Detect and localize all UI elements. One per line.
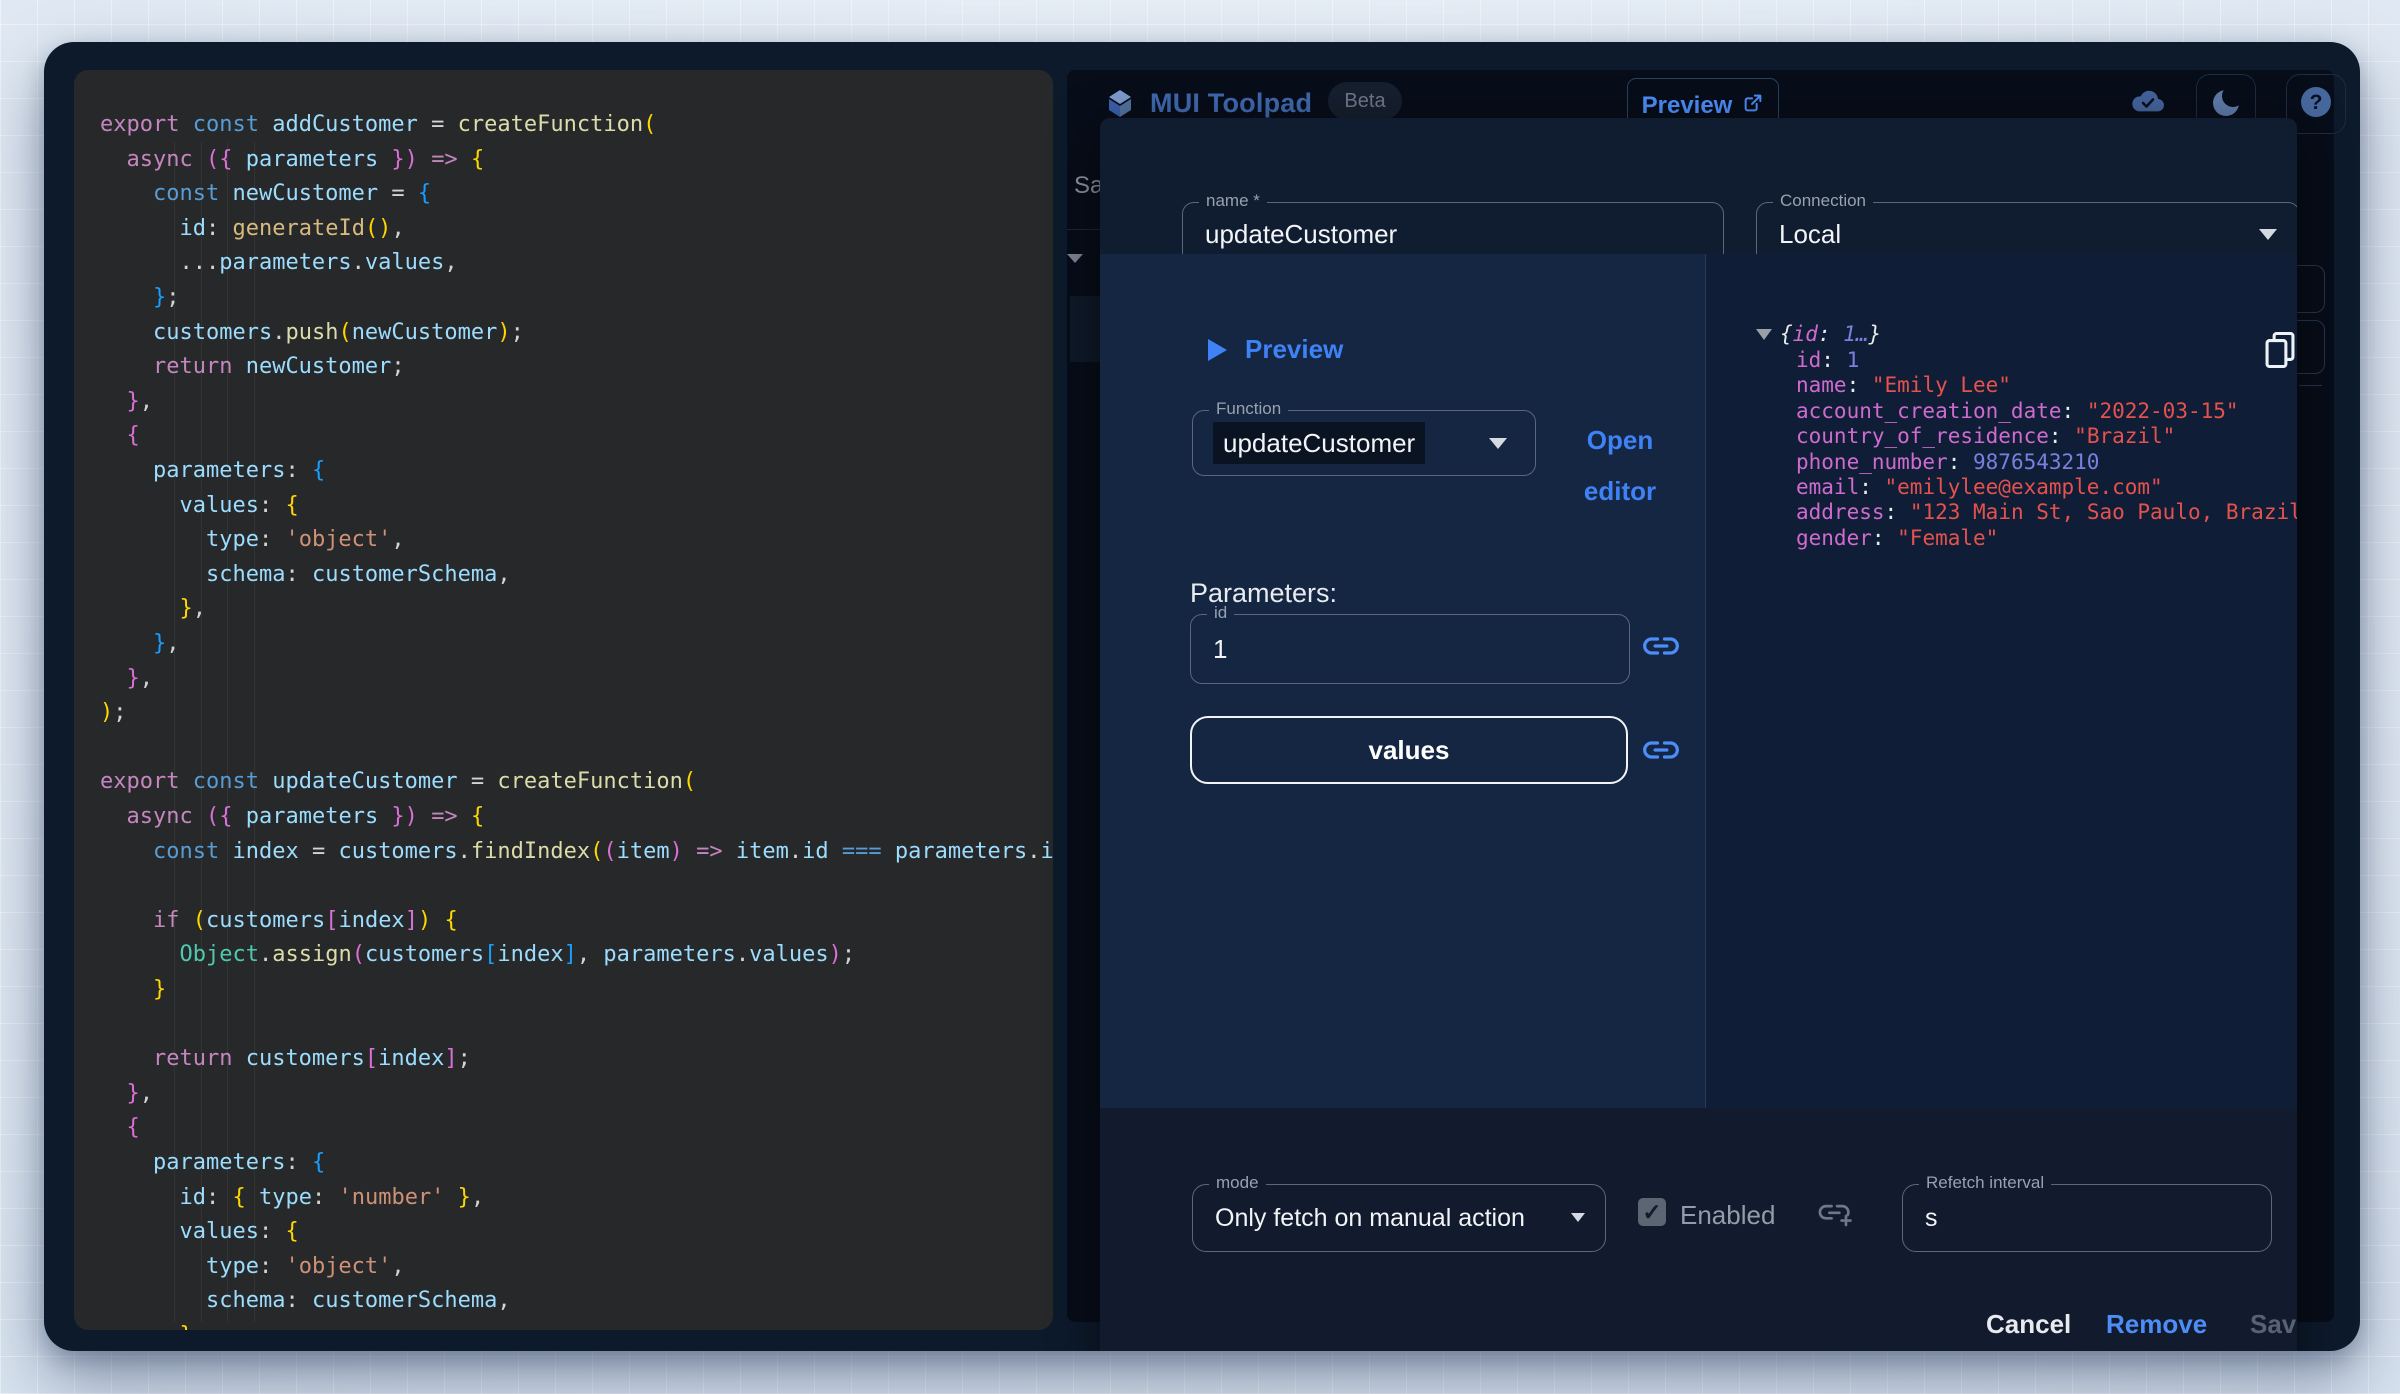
parameter-values-button[interactable]: values — [1190, 716, 1628, 784]
cancel-button[interactable]: Cancel — [1980, 1308, 2077, 1341]
refetch-interval-value: s — [1925, 1203, 1938, 1232]
beta-badge: Beta — [1328, 82, 1402, 120]
code-line: schema: customerSchema, — [205, 561, 511, 587]
run-preview-button[interactable]: Preview — [1208, 334, 1343, 365]
code-line: export const addCustomer = createFunctio… — [100, 112, 657, 137]
code-line: async ({ parameters }) => { — [126, 146, 485, 172]
refetch-interval-label: Refetch interval — [1919, 1173, 2052, 1193]
selected-tree-item-fragment[interactable] — [1070, 296, 1100, 362]
json-root-row[interactable]: {id: 1…} — [1756, 322, 1881, 346]
code-line: async ({ parameters }) => { — [126, 804, 485, 829]
code-line: const index = customers.findIndex((item)… — [152, 838, 1053, 864]
save-button[interactable]: Save — [2244, 1308, 2297, 1341]
query-editor-dialog: name * updateCustomer Connection Local P… — [1100, 118, 2297, 1351]
code-line: export const updateCustomer = createFunc… — [100, 769, 697, 795]
cloud-done-icon[interactable] — [2130, 88, 2166, 116]
bind-values-button[interactable] — [1641, 736, 1681, 769]
code-line: parameters: { — [152, 1150, 326, 1175]
code-line: }, — [126, 665, 154, 691]
code-line: }; — [152, 285, 180, 310]
link-icon — [1641, 741, 1681, 768]
expand-triangle-icon — [1756, 328, 1772, 340]
chevron-down-icon — [1489, 438, 1507, 449]
code-line: customers.push(newCustomer); — [152, 319, 524, 345]
mui-toolpad-logo-icon — [1103, 86, 1137, 120]
code-line: } — [152, 977, 167, 1002]
app-title: MUI Toolpad — [1150, 88, 1313, 118]
code-line: return customers[index]; — [152, 1046, 471, 1072]
code-line: { — [126, 1115, 140, 1141]
code-line: id: generateId(), — [179, 215, 405, 241]
add-link-icon — [1816, 1204, 1856, 1234]
peek-divider — [2299, 385, 2322, 386]
code-line: ...parameters.values, — [100, 250, 458, 276]
code-editor[interactable]: export const addCustomer = createFunctio… — [74, 70, 1053, 1330]
code-line: type: 'object', — [205, 527, 405, 553]
link-icon — [1641, 637, 1681, 664]
play-icon — [1208, 338, 1227, 361]
code-line: values: { — [179, 1219, 299, 1245]
enabled-checkbox[interactable]: ✓ — [1638, 1198, 1666, 1226]
code-line: values: { — [179, 492, 299, 518]
code-line: }, — [126, 388, 154, 414]
app-window: MUI Toolpad Beta Preview ? Sa export con… — [44, 42, 2360, 1351]
open-editor-line2: editor — [1583, 476, 1657, 506]
json-entry-row: email: "emilylee@example.com" — [1796, 475, 2163, 499]
chevron-down-icon — [2259, 229, 2277, 240]
svg-text:?: ? — [2310, 91, 2323, 114]
json-entry-row: gender: "Female" — [1796, 525, 1999, 550]
preview-button-label: Preview — [1641, 92, 1733, 119]
json-entry-row: phone_number: 9876543210 — [1796, 449, 2100, 474]
parameter-id-value: 1 — [1213, 633, 1228, 664]
json-entry-row: country_of_residence: "Brazil" — [1796, 424, 2176, 449]
bind-enabled-button[interactable] — [1816, 1200, 1856, 1235]
code-line: { — [126, 423, 140, 449]
sidebar-save-fragment[interactable]: Sa — [1074, 172, 1103, 200]
bind-id-button[interactable] — [1641, 632, 1681, 665]
code-line: }, — [179, 596, 206, 622]
code-line: }, — [126, 1080, 154, 1106]
run-preview-label: Preview — [1245, 334, 1344, 364]
collapse-caret-icon[interactable] — [1067, 254, 1083, 263]
code-line: id: { type: 'number' }, — [179, 1184, 485, 1210]
code-line: ); — [100, 700, 127, 726]
code-line: return newCustomer; — [152, 354, 405, 380]
open-editor-button[interactable]: Open editor — [1552, 424, 1688, 508]
help-icon: ? — [2299, 85, 2333, 124]
parameter-values-label: values — [1368, 734, 1450, 765]
code-line: schema: customerSchema, — [205, 1288, 511, 1314]
code-line: } — [100, 1318, 1053, 1330]
dialog-header: name * updateCustomer Connection Local — [1100, 118, 2297, 266]
function-select-label: Function — [1209, 399, 1289, 419]
code-line: const newCustomer = { — [152, 181, 432, 207]
remove-button[interactable]: Remove — [2100, 1308, 2213, 1341]
mode-select-value: Only fetch on manual action — [1215, 1203, 1525, 1232]
open-editor-line1: Open — [1586, 425, 1654, 455]
code-line: type: 'object', — [205, 1253, 405, 1279]
parameter-id-field[interactable]: id 1 — [1190, 603, 1630, 684]
json-entry-row: name: "Emily Lee" — [1796, 373, 2011, 398]
json-entry-row: address: "123 Main St, Sao Paulo, Brazil… — [1796, 500, 2297, 525]
json-root-text: {id: 1…} — [1780, 322, 1882, 346]
chevron-down-icon — [1571, 1213, 1585, 1222]
code-line: }, — [152, 631, 180, 656]
enabled-label: Enabled — [1680, 1200, 1776, 1230]
dialog-footer: mode Only fetch on manual action ✓ Enabl… — [1100, 1108, 2297, 1351]
code-line: Object.assign(customers[index], paramete… — [179, 942, 856, 968]
mode-select[interactable]: mode Only fetch on manual action — [1192, 1173, 1606, 1252]
refetch-interval-field[interactable]: Refetch interval s — [1902, 1173, 2272, 1252]
code-line: if (customers[index]) { — [152, 907, 458, 933]
dialog-body-divider — [1705, 254, 1706, 1108]
copy-icon — [2262, 332, 2297, 376]
function-select-value: updateCustomer — [1213, 422, 1426, 464]
json-entry-row: account_creation_date: "2022-03-15" — [1796, 398, 2239, 423]
copy-result-button[interactable] — [2262, 330, 2297, 377]
json-entry-row: id: 1 — [1796, 348, 1860, 372]
code-line: parameters: { — [152, 458, 326, 483]
external-link-icon — [1742, 92, 1764, 121]
function-select[interactable]: Function updateCustomer — [1192, 399, 1536, 476]
